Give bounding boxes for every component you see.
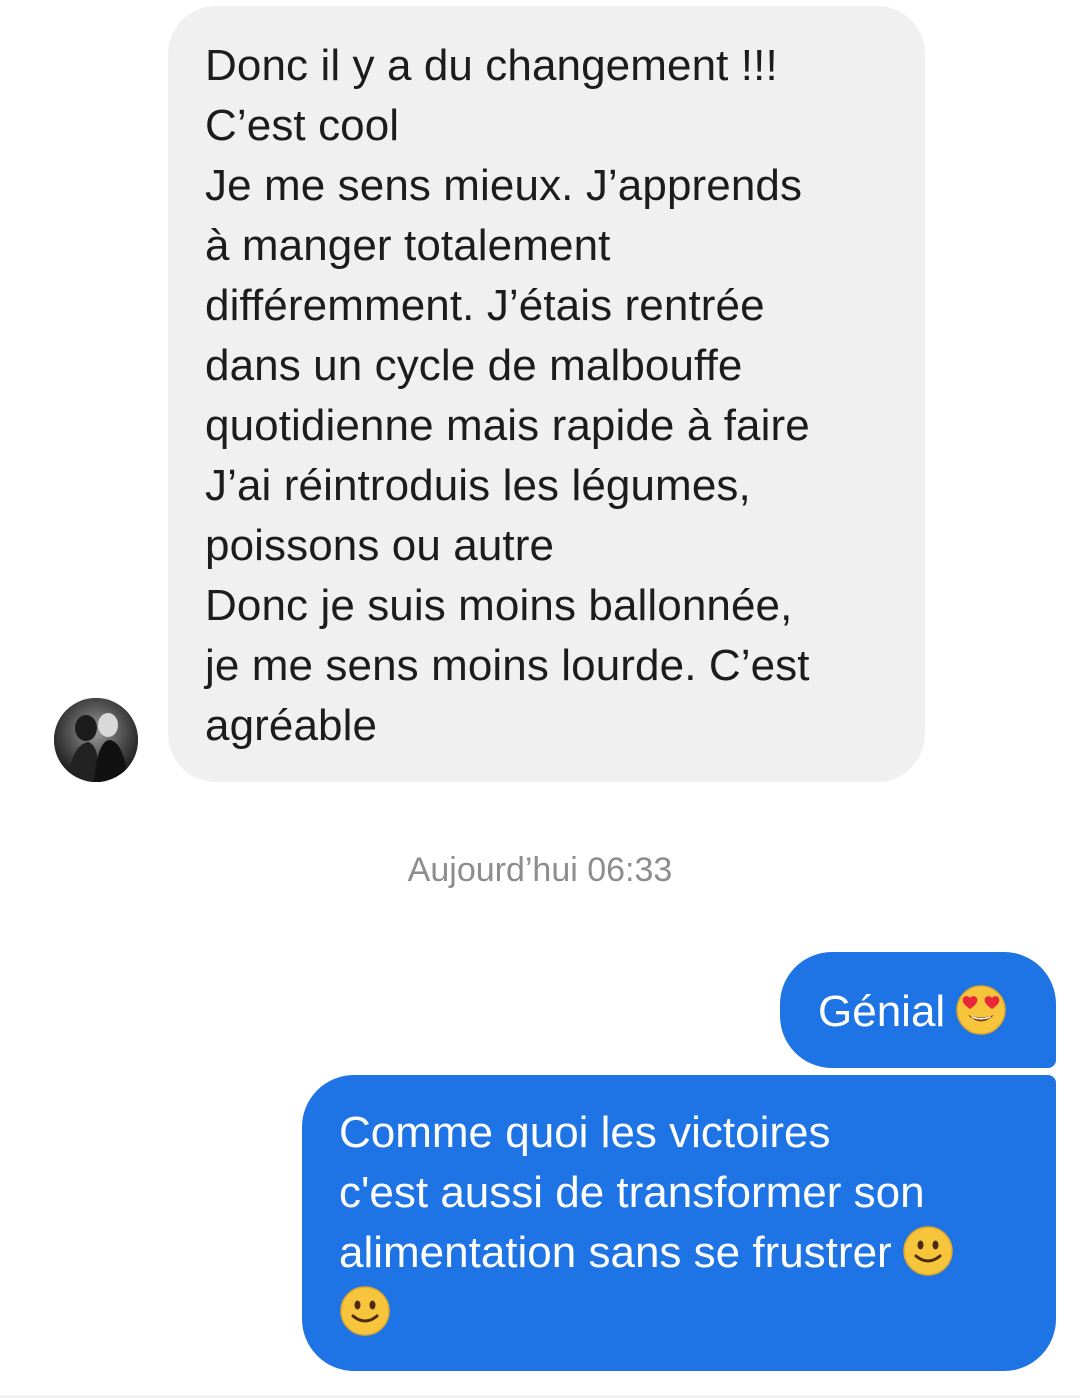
- message-line: quotidienne mais rapide à faire: [205, 401, 810, 450]
- contact-avatar-photo-icon: [54, 698, 138, 782]
- message-line: J’ai réintroduis les légumes,: [205, 461, 751, 510]
- message-line: C’est cool: [205, 101, 400, 150]
- message-line: agréable: [205, 701, 378, 750]
- heart-eyes-emoji-icon: [955, 984, 1007, 1036]
- message-line-text: alimentation sans se frustrer: [339, 1228, 892, 1277]
- message-line: [339, 1283, 1029, 1343]
- message-line: dans un cycle de malbouffe: [205, 341, 743, 390]
- message-line: différemment. J’étais rentrée: [205, 281, 765, 330]
- outgoing-message-bubble[interactable]: Génial: [780, 952, 1056, 1068]
- message-line: Donc je suis moins ballonnée,: [205, 581, 793, 630]
- message-line: alimentation sans se frustrer: [339, 1223, 1029, 1283]
- outgoing-message-text: Comme quoi les victoires c'est aussi de …: [339, 1103, 1029, 1343]
- message-line: Donc il y a du changement !!!: [205, 41, 778, 90]
- message-line: à manger totalement: [205, 221, 611, 270]
- message-timestamp: Aujourd’hui 06:33: [407, 851, 673, 889]
- message-text: Génial: [818, 987, 946, 1036]
- slightly-smiling-emoji-icon: [902, 1225, 954, 1277]
- slightly-smiling-emoji-icon: [339, 1285, 391, 1337]
- message-line: je me sens moins lourde. C’est: [205, 641, 810, 690]
- incoming-message-text: Donc il y a du changement !!! C’est cool…: [205, 36, 905, 756]
- message-line: c'est aussi de transformer son: [339, 1168, 925, 1217]
- incoming-message-bubble[interactable]: Donc il y a du changement !!! C’est cool…: [168, 6, 925, 782]
- message-line: Je me sens mieux. J’apprends: [205, 161, 803, 210]
- message-line: Comme quoi les victoires: [339, 1108, 831, 1157]
- contact-avatar[interactable]: [54, 698, 138, 782]
- outgoing-message-bubble[interactable]: Comme quoi les victoires c'est aussi de …: [302, 1075, 1056, 1371]
- message-line: poissons ou autre: [205, 521, 555, 570]
- outgoing-message-text: Génial: [818, 982, 1007, 1042]
